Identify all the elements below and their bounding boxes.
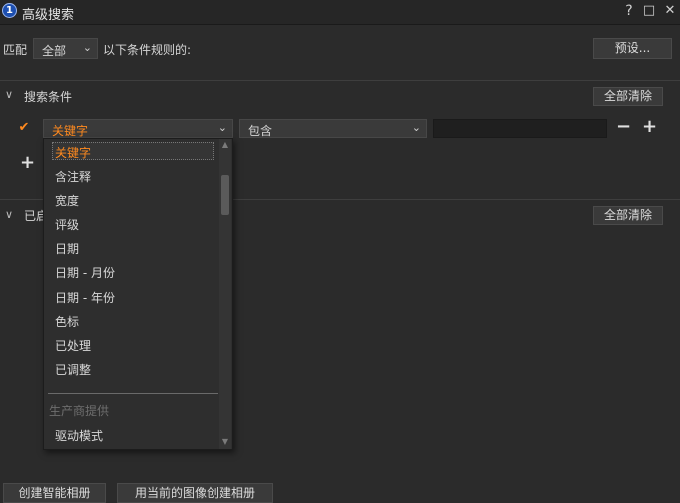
condition-operator-select[interactable]: 包含 ⌄ (239, 119, 427, 138)
maximize-button[interactable]: □ (641, 2, 657, 20)
condition-enabled-checkbox[interactable]: ✔ (17, 121, 31, 135)
dropdown-item-processed[interactable]: 已处理 (55, 337, 91, 354)
dropdown-item-keyword[interactable]: 关键字 (55, 144, 91, 161)
search-section-title: 搜索条件 (24, 90, 73, 104)
help-button[interactable]: ? (621, 2, 637, 20)
chevron-down-icon: ⌄ (82, 41, 92, 54)
condition-field-select[interactable]: 关键字 ⌄ (43, 119, 233, 138)
preset-button[interactable]: 预设... (593, 38, 672, 59)
window-title: 高级搜索 (22, 8, 75, 23)
dropdown-item-has-comment[interactable]: 含注释 (55, 168, 91, 185)
add-condition-inline-button[interactable]: + (642, 116, 657, 137)
dropdown-item-date-month[interactable]: 日期 - 月份 (55, 264, 115, 281)
match-prefix-label: 匹配 (3, 43, 28, 57)
match-suffix-label: 以下条件规则的: (103, 43, 192, 57)
dropdown-item-adjusted[interactable]: 已调整 (55, 361, 91, 378)
collapse-chevron-icon[interactable]: ∨ (5, 208, 13, 221)
chevron-down-icon: ⌄ (411, 121, 421, 134)
close-button[interactable]: ✕ (662, 2, 678, 20)
dropdown-item-rating[interactable]: 评级 (55, 216, 79, 233)
match-mode-value: 全部 (42, 44, 67, 58)
scroll-down-icon[interactable]: ▼ (219, 437, 231, 446)
match-mode-select[interactable]: 全部 ⌄ (33, 38, 98, 59)
divider (0, 80, 680, 81)
create-album-from-current-button[interactable]: 用当前的图像创建相册 (117, 483, 273, 503)
field-dropdown-list: 关键字 含注释 宽度 评级 日期 日期 - 月份 日期 - 年份 色标 已处理 … (43, 138, 233, 450)
dropdown-scrollbar[interactable]: ▲ ▼ (219, 139, 231, 449)
add-condition-button[interactable]: + (20, 152, 35, 173)
remove-condition-button[interactable]: − (616, 116, 631, 137)
dropdown-separator (48, 393, 218, 394)
app-icon: 1 (2, 3, 17, 18)
dropdown-item-date[interactable]: 日期 (55, 240, 79, 257)
dropdown-item-date-year[interactable]: 日期 - 年份 (55, 289, 115, 306)
condition-field-value: 关键字 (52, 124, 89, 138)
create-smart-album-button[interactable]: 创建智能相册 (3, 483, 106, 503)
condition-value-input[interactable] (433, 119, 607, 138)
collapse-chevron-icon[interactable]: ∨ (5, 88, 13, 101)
scroll-up-icon[interactable]: ▲ (219, 140, 231, 149)
condition-operator-value: 包含 (248, 124, 273, 138)
clear-all-second-button[interactable]: 全部清除 (593, 206, 663, 225)
clear-all-conditions-button[interactable]: 全部清除 (593, 87, 663, 106)
second-section-title: 已启 (24, 209, 43, 223)
title-bar (0, 0, 680, 25)
dropdown-item-drive-mode[interactable]: 驱动模式 (55, 427, 103, 444)
dropdown-group-label: 生产商提供 (49, 404, 110, 418)
chevron-down-icon: ⌄ (217, 121, 227, 134)
scrollbar-thumb[interactable] (221, 175, 229, 215)
dropdown-item-color-label[interactable]: 色标 (55, 313, 79, 330)
dropdown-item-width[interactable]: 宽度 (55, 192, 79, 209)
